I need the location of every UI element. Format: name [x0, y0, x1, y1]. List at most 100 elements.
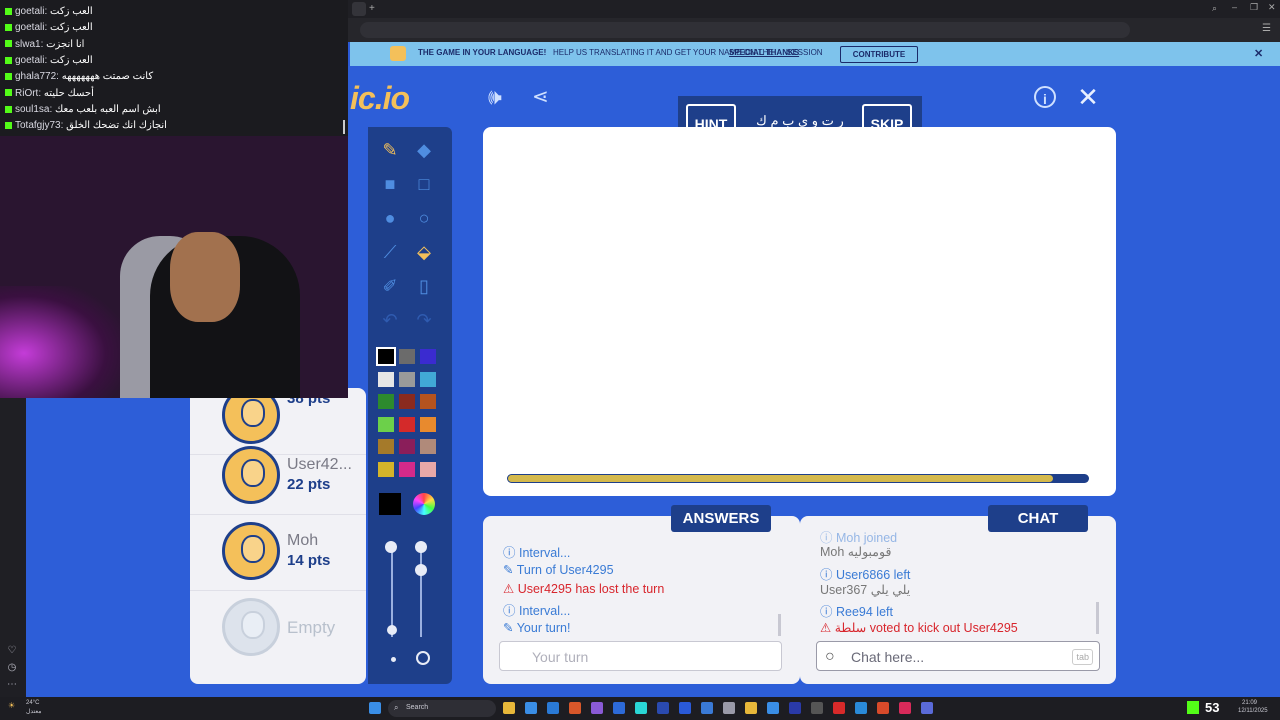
weather-desc[interactable]: معتدل [26, 708, 41, 715]
current-color [379, 493, 401, 515]
stream-chat-line: Totafgjy73: انجازك انك تضحك الخلق [5, 118, 167, 133]
webcam-overlay [0, 136, 348, 398]
stream-chat-scrollbar [343, 120, 345, 134]
taskbar-search[interactable]: ⌕ Search [388, 700, 496, 717]
weather-icon[interactable]: ☀ [8, 701, 15, 710]
color-swatch[interactable] [399, 439, 415, 454]
taskbar-app-icon[interactable] [855, 702, 867, 714]
color-swatch[interactable] [399, 394, 415, 409]
taskbar-app-icon[interactable] [767, 702, 779, 714]
color-swatch[interactable] [399, 349, 415, 364]
color-swatch[interactable] [376, 347, 396, 366]
close-game-icon[interactable]: ✕ [1075, 84, 1101, 110]
color-swatch[interactable] [378, 371, 394, 387]
opacity-slider-track[interactable] [420, 547, 422, 637]
eraser-icon[interactable]: ◆ [413, 139, 435, 161]
player-name: Moh [287, 532, 319, 549]
drawing-canvas[interactable] [483, 127, 1116, 496]
active-tab[interactable] [352, 2, 366, 16]
color-swatch[interactable] [420, 349, 436, 364]
close-window-icon[interactable]: ✕ [1268, 2, 1276, 13]
fill-bucket-icon[interactable]: ⬙ [413, 241, 435, 263]
taskbar-app-icon[interactable] [877, 702, 889, 714]
browser-menu-icon[interactable]: ☰ [1262, 23, 1271, 34]
chat-input[interactable]: ○ Chat here... tab [816, 641, 1100, 671]
taskbar-app-icon[interactable] [591, 702, 603, 714]
minimize-icon[interactable]: – [1232, 2, 1237, 12]
color-swatch[interactable] [378, 439, 394, 454]
info-icon[interactable]: i [1034, 86, 1056, 108]
webcam-face [170, 232, 240, 322]
redo-icon[interactable]: ↷ [413, 309, 435, 331]
circle-icon[interactable]: ○ [413, 207, 435, 229]
speaker-icon[interactable]: 🕪 [488, 86, 514, 108]
taskbar-app-icon[interactable] [569, 702, 581, 714]
taskbar-app-icon[interactable] [833, 702, 845, 714]
line-icon[interactable]: ⟋ [379, 241, 401, 263]
start-icon[interactable] [369, 702, 381, 714]
taskbar-app-icon[interactable] [921, 702, 933, 714]
rectangle-icon[interactable]: □ [413, 173, 435, 195]
color-swatch[interactable] [378, 394, 394, 409]
taskbar-app-icon[interactable] [525, 702, 537, 714]
color-swatch[interactable] [399, 371, 415, 387]
taskbar-app-icon[interactable] [745, 702, 757, 714]
taskbar-app-icon[interactable] [811, 702, 823, 714]
taskbar-app-icon[interactable] [547, 702, 559, 714]
answers-line: ⓘ Interval... [503, 604, 571, 618]
taskbar-app-icon[interactable] [789, 702, 801, 714]
answers-scrollbar[interactable] [778, 614, 781, 636]
color-swatch[interactable] [399, 416, 415, 432]
taskbar-app-icon[interactable] [679, 702, 691, 714]
maximize-icon[interactable]: ❐ [1250, 2, 1258, 13]
pencil-icon[interactable]: ✎ [379, 139, 401, 161]
more-icon[interactable]: ⋯ [6, 679, 18, 691]
chat-line: User367 يلي يلي [820, 583, 911, 597]
color-swatch[interactable] [420, 416, 436, 432]
heart-icon[interactable]: ♡ [6, 645, 18, 657]
opacity-slider-handle[interactable] [415, 541, 427, 553]
color-swatch[interactable] [399, 461, 415, 477]
taskbar-app-icon[interactable] [701, 702, 713, 714]
color-swatch[interactable] [420, 461, 436, 477]
new-tab-icon[interactable]: + [369, 3, 375, 14]
undo-icon[interactable]: ↶ [379, 309, 401, 331]
weather-temp[interactable]: 24°C [26, 700, 39, 706]
large-brush-icon[interactable] [416, 651, 430, 665]
stream-chat-line: goetali: العب زكت [5, 20, 93, 35]
answer-input[interactable]: Your turn [499, 641, 782, 671]
color-swatch[interactable] [378, 461, 394, 477]
color-swatch[interactable] [420, 439, 436, 454]
clock-time[interactable]: 21:09 [1242, 700, 1257, 706]
taskbar-app-icon[interactable] [723, 702, 735, 714]
taskbar-app-icon[interactable] [635, 702, 647, 714]
eyedropper-icon[interactable]: ✐ [379, 275, 401, 297]
opacity-slider-handle[interactable] [415, 564, 427, 576]
contribute-button[interactable]: CONTRIBUTE [840, 46, 918, 63]
size-slider-handle[interactable] [385, 541, 397, 553]
close-banner-icon[interactable]: ✕ [1254, 47, 1263, 60]
color-swatch[interactable] [420, 371, 436, 387]
taskbar-app-icon[interactable] [657, 702, 669, 714]
color-wheel-icon[interactable] [413, 493, 435, 515]
url-field[interactable] [360, 22, 1130, 38]
taskbar-app-icon[interactable] [503, 702, 515, 714]
small-brush-icon[interactable] [391, 657, 396, 662]
share-icon[interactable]: ⋖ [532, 86, 554, 108]
size-slider-handle[interactable] [387, 625, 397, 635]
clock-icon[interactable]: ◷ [6, 662, 18, 674]
filled-rectangle-icon[interactable]: ■ [379, 173, 401, 195]
clock-date[interactable]: 12/11/2025 [1238, 708, 1268, 714]
taskbar-app-icon[interactable] [899, 702, 911, 714]
size-slider-track[interactable] [391, 547, 393, 637]
chat-line: ⚠ سلطة voted to kick out User4295 [820, 621, 1018, 635]
search-tabs-icon[interactable]: ⌕ [1212, 3, 1217, 14]
page-icon[interactable]: ▯ [413, 275, 435, 297]
filled-circle-icon[interactable]: ● [379, 207, 401, 229]
color-swatch[interactable] [378, 416, 394, 432]
taskbar-app-icon[interactable] [613, 702, 625, 714]
color-swatch[interactable] [420, 394, 436, 409]
chat-scrollbar[interactable] [1096, 602, 1099, 634]
turn-progress-fill [508, 475, 1054, 482]
players-list: 38 pts User42... 22 pts Moh 14 pts Empty [190, 386, 366, 684]
